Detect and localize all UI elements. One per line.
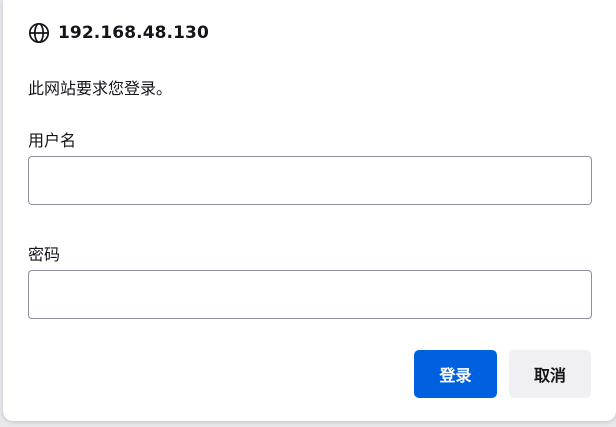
password-input[interactable] (28, 270, 592, 319)
host-address: 192.168.48.130 (58, 23, 209, 43)
auth-dialog: 192.168.48.130 此网站要求您登录。 用户名 密码 登录 取消 (3, 0, 616, 421)
cancel-button[interactable]: 取消 (509, 350, 591, 398)
login-message: 此网站要求您登录。 (28, 79, 173, 98)
password-label: 密码 (28, 245, 61, 264)
username-input[interactable] (28, 156, 592, 205)
globe-icon (28, 22, 50, 44)
username-label: 用户名 (28, 131, 77, 150)
dialog-header: 192.168.48.130 (28, 20, 209, 46)
login-button[interactable]: 登录 (414, 350, 497, 398)
